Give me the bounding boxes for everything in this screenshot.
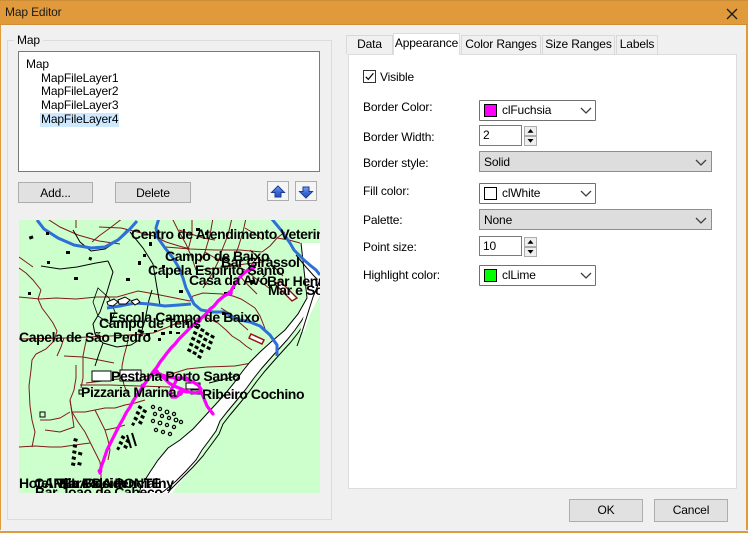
svg-text:Casa da Avó: Casa da Avó	[189, 272, 268, 288]
svg-text:Centro de Atendimento Veterin: Centro de Atendimento Veterin	[131, 226, 320, 242]
svg-text:Mar e So: Mar e So	[268, 282, 320, 298]
svg-text:Pestana Porto Santo: Pestana Porto Santo	[111, 368, 240, 384]
svg-text:Bar Joao de Cabeco: Bar Joao de Cabeco	[35, 484, 162, 493]
svg-text:Pizzaria Marina: Pizzaria Marina	[81, 384, 177, 400]
svg-text:Capela de São Pedro: Capela de São Pedro	[19, 329, 151, 345]
svg-text:Ribeiro Cochino: Ribeiro Cochino	[202, 386, 304, 402]
